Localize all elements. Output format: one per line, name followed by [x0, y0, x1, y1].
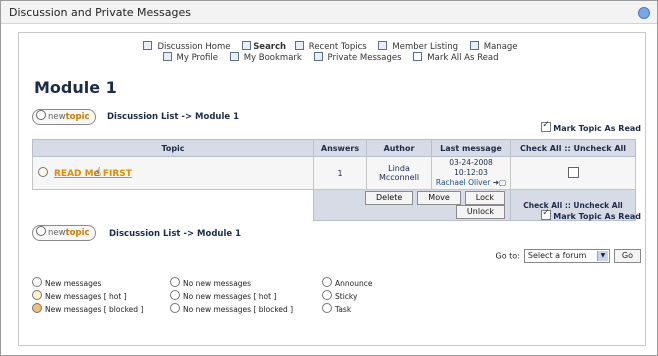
- answers-cell: 1: [313, 156, 367, 190]
- mark-topic-read-top[interactable]: Mark Topic As Read: [541, 120, 641, 133]
- last-message-cell: 03-24-2008 10:12:03 Rachael Oliver ➜▢: [431, 156, 511, 190]
- nav-mark-all-read[interactable]: Mark All As Read: [413, 52, 501, 63]
- legend-col-1: New messages New messages [ hot ] New me…: [32, 277, 143, 316]
- bookmark-icon: [229, 52, 239, 61]
- table-header: Topic Answers Author Last message Check …: [32, 139, 636, 157]
- new-messages-hot-icon: [32, 290, 42, 300]
- last-message-author[interactable]: Rachael Oliver: [436, 178, 490, 187]
- chevron-down-icon[interactable]: ▼: [596, 251, 608, 261]
- profile-icon: [162, 52, 172, 61]
- manage-icon: [469, 41, 479, 50]
- col-answers: Answers: [313, 139, 367, 157]
- page-title: Module 1: [34, 78, 117, 97]
- new-messages-icon: [38, 167, 48, 177]
- window-title: Discussion and Private Messages: [9, 6, 191, 19]
- title-bar: Discussion and Private Messages: [1, 1, 657, 24]
- nav-discussion-home[interactable]: Discussion Home: [143, 41, 233, 52]
- go-button[interactable]: Go: [613, 249, 641, 263]
- table-row: READ Me FIRST 1 Linda Mcconnell 03-24-20…: [32, 156, 636, 190]
- goto-label: Go to:: [495, 251, 520, 261]
- moderation-buttons: Delete Move LockUnlock: [313, 189, 511, 221]
- mark-read-checkbox-top[interactable]: [541, 120, 552, 132]
- author-link[interactable]: Linda Mcconnell: [366, 156, 432, 190]
- lock-button[interactable]: Lock: [464, 191, 505, 205]
- nav-row-1: Discussion Home Search Recent Topics Mem…: [19, 41, 645, 52]
- new-topic-button-bottom[interactable]: newtopic: [32, 225, 96, 241]
- forum-panel: Discussion Home Search Recent Topics Mem…: [18, 32, 646, 346]
- col-author: Author: [366, 139, 432, 157]
- announce-icon: [322, 277, 332, 287]
- task-icon: [322, 303, 332, 313]
- col-topic: Topic: [32, 139, 314, 157]
- window: Discussion and Private Messages Discussi…: [0, 0, 658, 356]
- nav-search[interactable]: Search: [242, 41, 286, 52]
- new-topic-icon: [36, 226, 46, 236]
- legend-col-3: Announce Sticky Task: [322, 277, 372, 316]
- no-new-messages-blocked-icon: [170, 303, 180, 313]
- home-icon: [143, 41, 153, 50]
- new-messages-blocked-icon: [32, 303, 42, 313]
- help-icon[interactable]: [638, 7, 650, 19]
- nav-my-bookmark[interactable]: My Bookmark: [229, 52, 305, 63]
- nav-row-2: My Profile My Bookmark Private Messages …: [19, 52, 645, 63]
- topic-cell: READ Me FIRST: [32, 156, 314, 190]
- unlock-button[interactable]: Unlock: [455, 205, 505, 219]
- new-topic-button-top[interactable]: newtopic: [32, 109, 96, 125]
- new-messages-icon: [32, 277, 42, 287]
- col-last-message: Last message: [431, 139, 511, 157]
- legend-col-2: No new messages No new messages [ hot ] …: [170, 277, 293, 316]
- nav-member-listing[interactable]: Member Listing: [378, 41, 461, 52]
- nav-my-profile[interactable]: My Profile: [162, 52, 222, 63]
- topic-link[interactable]: READ Me FIRST: [54, 169, 132, 179]
- nav-manage[interactable]: Manage: [469, 41, 521, 52]
- hand-cursor-icon: ☝: [94, 165, 102, 179]
- recent-topics-icon: [294, 41, 304, 50]
- select-cell: [510, 156, 636, 190]
- col-check-all[interactable]: Check All :: Uncheck All: [510, 139, 636, 157]
- mark-topic-read-bottom[interactable]: Mark Topic As Read: [541, 208, 641, 221]
- nav-recent-topics[interactable]: Recent Topics: [294, 41, 370, 52]
- checkmark-icon: [413, 52, 423, 61]
- sticky-icon: [322, 290, 332, 300]
- go-to-post-icon[interactable]: ➜▢: [493, 178, 506, 187]
- forum-select[interactable]: Select a forum ▼: [523, 249, 610, 263]
- new-topic-icon: [36, 110, 46, 120]
- breadcrumb-bottom[interactable]: Discussion List -> Module 1: [109, 229, 241, 239]
- last-message-date: 03-24-2008 10:12:03: [449, 158, 493, 177]
- goto-forum: Go to: Select a forum ▼ Go: [496, 249, 641, 263]
- topic-select-checkbox[interactable]: [567, 166, 579, 178]
- nav-private-messages[interactable]: Private Messages: [313, 52, 405, 63]
- check-all-link[interactable]: Check All :: Uncheck All: [523, 201, 622, 210]
- breadcrumb-top[interactable]: Discussion List -> Module 1: [107, 112, 239, 122]
- delete-button[interactable]: Delete: [365, 191, 414, 205]
- no-new-messages-icon: [170, 277, 180, 287]
- move-button[interactable]: Move: [417, 191, 461, 205]
- no-new-messages-hot-icon: [170, 290, 180, 300]
- private-messages-icon: [313, 52, 323, 61]
- mark-read-checkbox-bottom[interactable]: [541, 208, 552, 220]
- search-icon: [242, 41, 252, 50]
- members-icon: [378, 41, 388, 50]
